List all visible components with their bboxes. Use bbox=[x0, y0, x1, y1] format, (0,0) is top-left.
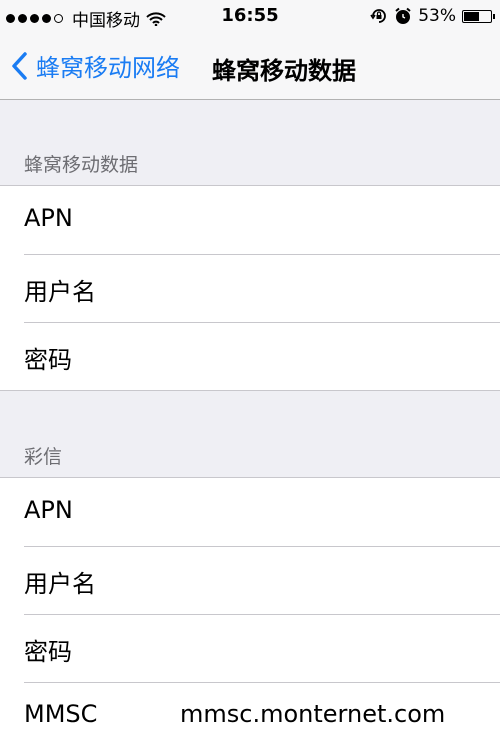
alarm-icon bbox=[395, 7, 411, 24]
back-button-label: 蜂窝移动网络 bbox=[36, 54, 180, 82]
section-header-mms: 彩信 bbox=[24, 446, 63, 468]
chevron-left-icon bbox=[12, 51, 27, 80]
mmsc-label: MMSC bbox=[24, 700, 98, 728]
mms-apn-row[interactable]: APN bbox=[0, 478, 500, 546]
page-title: 蜂窝移动数据 bbox=[212, 57, 356, 85]
cellular-apn-label: APN bbox=[24, 204, 73, 232]
navigation-bar: 蜂窝移动网络 蜂窝移动数据 bbox=[0, 34, 500, 100]
mms-username-row[interactable]: 用户名 bbox=[0, 546, 500, 614]
mms-apn-label: APN bbox=[24, 496, 73, 524]
cellular-username-label: 用户名 bbox=[24, 278, 96, 306]
back-button[interactable]: 蜂窝移动网络 bbox=[10, 48, 180, 83]
status-right: 53% bbox=[370, 6, 495, 26]
battery-icon bbox=[462, 9, 495, 23]
cellular-username-row[interactable]: 用户名 bbox=[0, 254, 500, 322]
mmsc-field[interactable]: mmsc.monternet.com bbox=[180, 700, 445, 728]
battery-percent: 53% bbox=[418, 6, 456, 26]
cellular-apn-row[interactable]: APN bbox=[0, 186, 500, 254]
mms-username-label: 用户名 bbox=[24, 570, 96, 598]
battery-fill bbox=[464, 11, 479, 21]
mms-password-label: 密码 bbox=[24, 638, 72, 666]
status-bar: 中国移动 16:55 53% bbox=[0, 0, 500, 34]
section-header-cellular-data: 蜂窝移动数据 bbox=[24, 154, 139, 176]
cellular-password-label: 密码 bbox=[24, 346, 72, 374]
rotation-lock-icon bbox=[370, 9, 387, 23]
mmsc-row[interactable]: MMSC mmsc.monternet.com bbox=[0, 682, 500, 750]
cellular-password-row[interactable]: 密码 bbox=[0, 322, 500, 390]
mms-group: APN 用户名 密码 MMSC mmsc.monternet.com bbox=[0, 477, 500, 750]
mms-password-row[interactable]: 密码 bbox=[0, 614, 500, 682]
cellular-data-group: APN 用户名 密码 bbox=[0, 185, 500, 391]
